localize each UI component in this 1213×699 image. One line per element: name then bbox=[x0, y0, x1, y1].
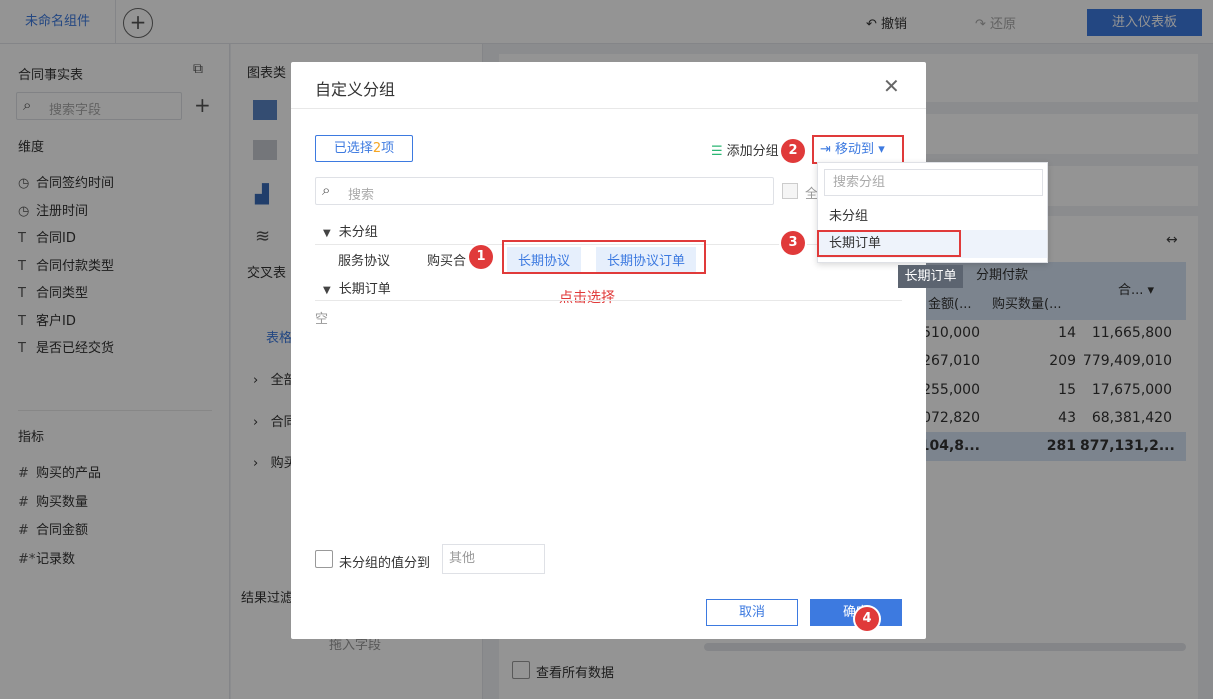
group-value-item[interactable]: 服务协议 bbox=[338, 250, 390, 269]
step-badge-3: 3 bbox=[781, 231, 805, 255]
search-icon: ⌕ bbox=[322, 181, 331, 199]
option-tooltip: 长期订单 bbox=[898, 265, 963, 288]
click-select-hint: 点击选择 bbox=[559, 290, 615, 306]
value-search-placeholder: 搜索 bbox=[348, 188, 375, 203]
move-to-button[interactable]: ⇥ 移动到 ▾ bbox=[812, 135, 904, 164]
step-badge-4: 4 bbox=[855, 607, 879, 631]
move-to-icon: ⇥ bbox=[820, 142, 831, 157]
dropdown-option[interactable]: 未分组 bbox=[818, 203, 1047, 231]
dialog-header: 自定义分组 ✕ bbox=[291, 62, 926, 109]
ungrouped-values-label: 未分组的值分到 bbox=[339, 556, 431, 571]
ungrouped-values-checkbox[interactable] bbox=[315, 550, 333, 568]
cancel-button[interactable]: 取消 bbox=[706, 599, 798, 626]
selection-highlight-box bbox=[502, 240, 706, 274]
collapse-triangle-icon: ▼ bbox=[323, 228, 331, 239]
group-header-ungrouped[interactable]: ▼ 未分组 bbox=[323, 221, 378, 240]
caret-down-icon: ▾ bbox=[878, 142, 885, 157]
group-name: 长期订单 bbox=[338, 282, 391, 297]
select-all-checkbox[interactable] bbox=[782, 183, 798, 199]
option-highlight-box bbox=[817, 230, 961, 257]
selected-suffix: 项 bbox=[381, 141, 395, 156]
group-header-long-term[interactable]: ▼ 长期订单 bbox=[323, 278, 391, 297]
add-group-label: 添加分组 bbox=[726, 144, 779, 159]
close-icon[interactable]: ✕ bbox=[883, 74, 900, 98]
group-name: 未分组 bbox=[338, 225, 378, 240]
ungrouped-values-input[interactable]: 其他 bbox=[442, 544, 545, 574]
custom-group-dialog: 自定义分组 ✕ 已选择2项 ☰ 添加分组 ⇥ 移动到 ▾ ⌕ 搜索 全 ▼ 未分组 … bbox=[291, 62, 926, 639]
move-to-label: 移动到 bbox=[835, 142, 875, 157]
step-badge-1: 1 bbox=[469, 245, 493, 269]
step-badge-2: 2 bbox=[781, 139, 805, 163]
add-group-icon: ☰ bbox=[711, 144, 723, 159]
selected-prefix: 已选择 bbox=[333, 141, 373, 156]
group-search-input[interactable]: 搜索分组 bbox=[824, 169, 1043, 196]
group-value-item[interactable]: 购买合 bbox=[427, 250, 466, 269]
dialog-title: 自定义分组 bbox=[315, 80, 396, 99]
selected-items-button[interactable]: 已选择2项 bbox=[315, 135, 413, 162]
group-divider bbox=[315, 300, 902, 301]
add-group-button[interactable]: ☰ 添加分组 bbox=[711, 140, 779, 159]
selected-count: 2 bbox=[372, 141, 382, 156]
collapse-triangle-icon: ▼ bbox=[323, 285, 331, 296]
empty-group-label: 空 bbox=[315, 312, 329, 327]
value-search-input[interactable]: ⌕ 搜索 bbox=[315, 177, 774, 205]
